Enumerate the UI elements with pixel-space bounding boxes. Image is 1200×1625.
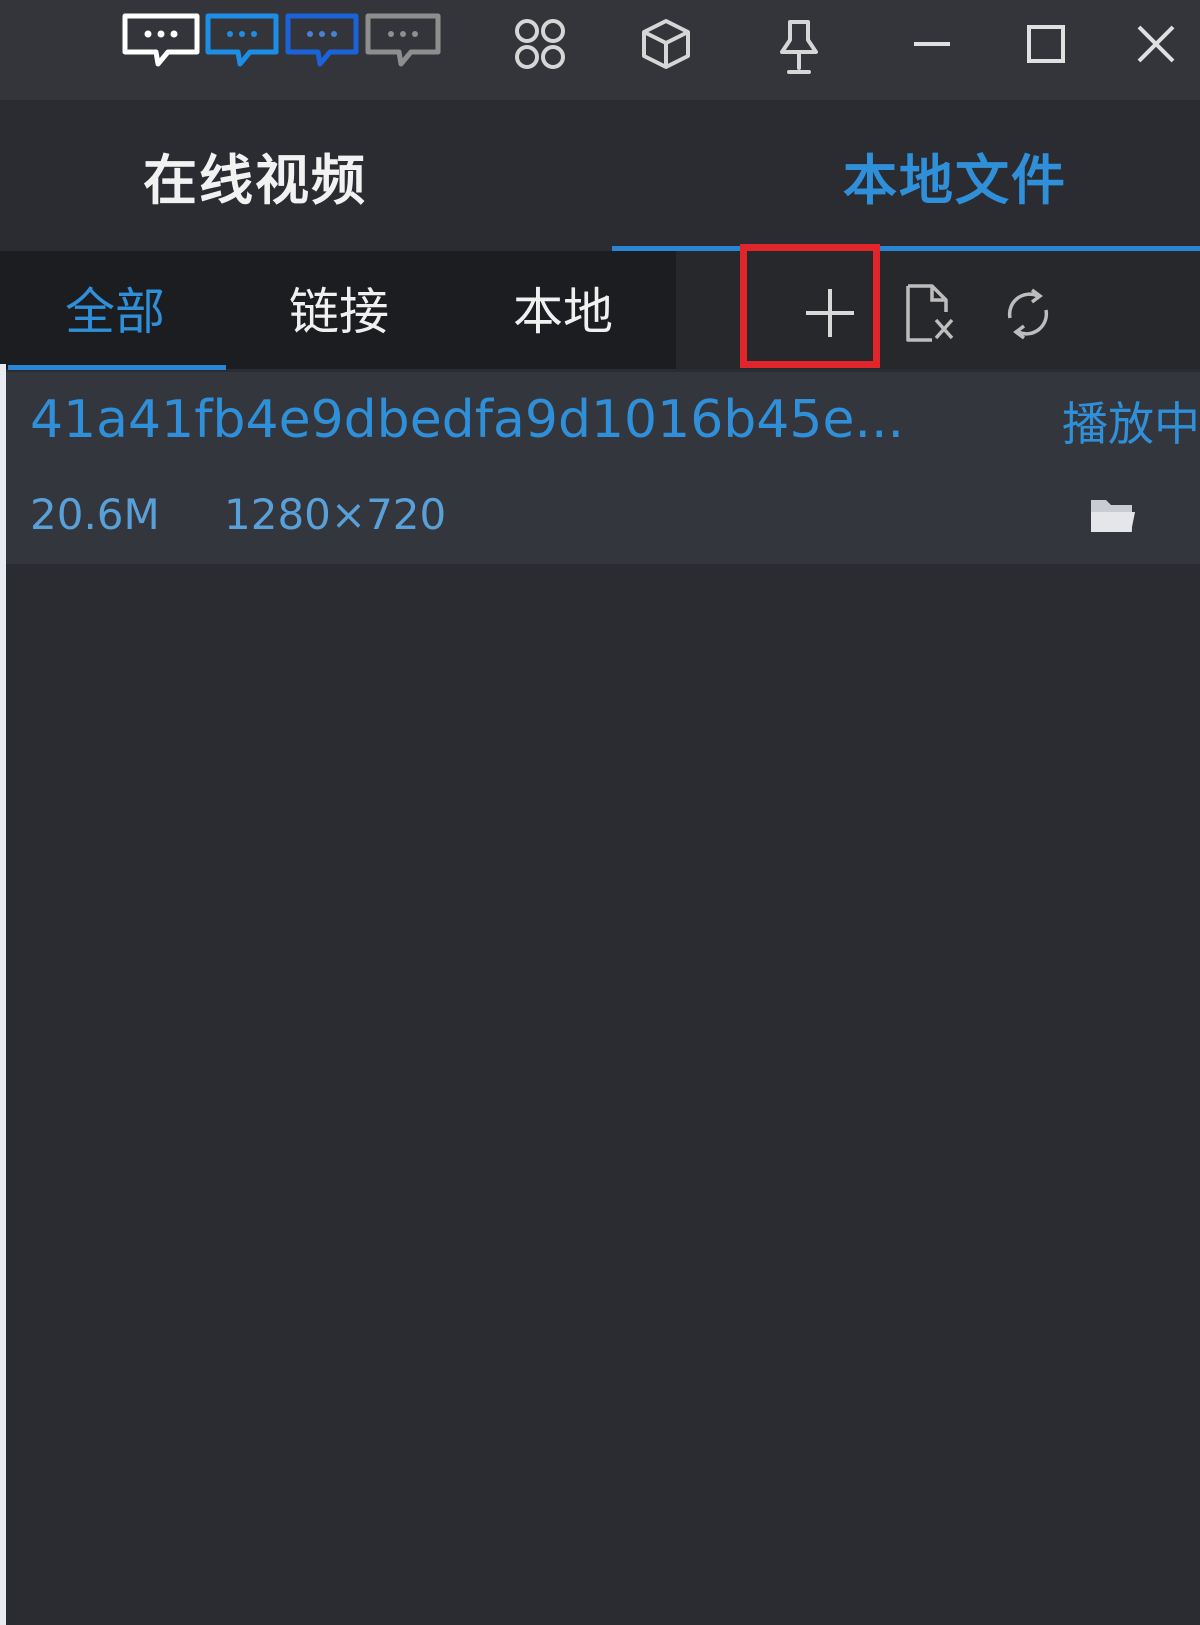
highlight-box bbox=[740, 244, 880, 368]
folder-icon[interactable] bbox=[1088, 494, 1138, 540]
file-resolution: 1280×720 bbox=[224, 490, 447, 539]
sub-tab-all-label: 全部 bbox=[65, 283, 165, 341]
status-badge: 播放中 bbox=[1062, 397, 1200, 451]
title-bar bbox=[0, 0, 1200, 100]
apps-icon[interactable] bbox=[512, 16, 568, 72]
tab-online-video[interactable]: 在线视频 bbox=[0, 100, 600, 250]
sub-tab-local-label: 本地 bbox=[513, 283, 613, 341]
sub-tab-local[interactable]: 本地 bbox=[468, 251, 658, 365]
main-tab-bar: 在线视频 本地文件 bbox=[0, 100, 1200, 250]
tab-local-files-label: 本地文件 bbox=[843, 148, 1067, 212]
sub-tab-links[interactable]: 链接 bbox=[244, 251, 434, 365]
tab-local-files[interactable]: 本地文件 bbox=[600, 100, 1200, 250]
danmaku-blue-dark-icon[interactable] bbox=[284, 12, 360, 70]
danmaku-gray-icon[interactable] bbox=[364, 12, 442, 70]
minimize-icon[interactable] bbox=[910, 22, 954, 66]
danmaku-blue-icon[interactable] bbox=[204, 12, 280, 70]
close-icon[interactable] bbox=[1134, 22, 1178, 66]
window-edge bbox=[0, 364, 6, 1625]
delete-file-icon[interactable] bbox=[902, 282, 958, 344]
file-name[interactable]: 41a41fb4e9dbedfa9d1016b45e... bbox=[30, 390, 950, 450]
box-icon[interactable] bbox=[638, 16, 694, 72]
file-size: 20.6M bbox=[30, 490, 160, 539]
danmaku-white-icon[interactable] bbox=[120, 12, 202, 70]
refresh-icon[interactable] bbox=[998, 284, 1058, 344]
pin-icon[interactable] bbox=[772, 16, 826, 76]
sub-tab-all[interactable]: 全部 bbox=[20, 251, 210, 365]
list-item[interactable]: 41a41fb4e9dbedfa9d1016b45e... 播放中 20.6M … bbox=[6, 372, 1200, 564]
active-sub-tab-indicator bbox=[8, 365, 226, 370]
maximize-icon[interactable] bbox=[1024, 22, 1068, 66]
tab-online-video-label: 在线视频 bbox=[143, 148, 367, 212]
sub-tab-links-label: 链接 bbox=[289, 283, 389, 341]
